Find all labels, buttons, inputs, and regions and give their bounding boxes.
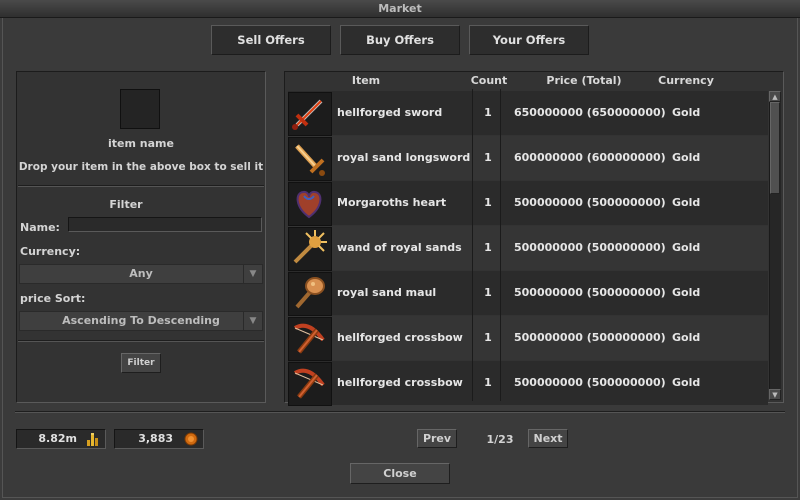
name-label: Name: — [20, 221, 60, 234]
gold-balance-value: 8.82m — [38, 432, 77, 445]
chevron-down-icon: ▼ — [243, 312, 262, 330]
item-name-cell: Morgaroths heart — [337, 196, 447, 209]
currency-label: Currency: — [20, 245, 81, 258]
count-cell: 1 — [484, 331, 492, 344]
count-cell: 1 — [484, 151, 492, 164]
currency-cell: Gold — [672, 241, 701, 254]
column-divider — [472, 89, 473, 401]
chevron-down-icon: ▼ — [243, 265, 262, 283]
item-name-cell: hellforged crossbow — [337, 331, 463, 344]
item-drop-slot[interactable] — [120, 89, 160, 129]
sell-instruction: Drop your item in the above box to sell … — [18, 161, 264, 173]
close-button[interactable]: Close — [350, 463, 450, 484]
item-name-label: item name — [108, 137, 174, 150]
price-cell: 500000000 (500000000) — [514, 286, 666, 299]
column-header-count: Count — [470, 74, 508, 87]
item-name-cell: hellforged crossbow — [337, 376, 463, 389]
column-divider — [500, 89, 501, 401]
window-title: Market — [0, 0, 800, 18]
table-row[interactable]: hellforged crossbow 1 500000000 (500000000… — [288, 361, 768, 406]
tab-your-offers[interactable]: Your Offers — [469, 25, 589, 55]
divider — [18, 185, 264, 187]
currency-cell: Gold — [672, 196, 701, 209]
scroll-up-icon[interactable]: ▲ — [769, 91, 781, 102]
price-cell: 500000000 (500000000) — [514, 196, 666, 209]
prev-page-button[interactable]: Prev — [417, 429, 457, 448]
price-cell: 500000000 (500000000) — [514, 331, 666, 344]
item-name-cell: royal sand maul — [337, 286, 437, 299]
longsword-icon — [288, 137, 332, 181]
page-indicator: 1/23 — [486, 433, 514, 446]
item-name-cell: wand of royal sands — [337, 241, 462, 254]
price-sort-label: price Sort: — [20, 292, 86, 305]
price-cell: 500000000 (500000000) — [514, 376, 666, 389]
price-cell: 600000000 (600000000) — [514, 151, 666, 164]
coin-icon — [184, 432, 198, 446]
crossbow-icon — [288, 362, 332, 406]
divider — [15, 411, 785, 413]
currency-cell: Gold — [672, 286, 701, 299]
column-header-currency: Currency — [658, 74, 714, 87]
currency-cell: Gold — [672, 151, 701, 164]
wand-icon — [288, 227, 332, 271]
tab-sell-offers[interactable]: Sell Offers — [211, 25, 331, 55]
table-row[interactable]: wand of royal sands 1 500000000 (500000000… — [288, 226, 768, 271]
divider — [18, 340, 264, 342]
tab-buy-offers[interactable]: Buy Offers — [340, 25, 460, 55]
name-filter-input[interactable] — [68, 217, 262, 232]
currency-select[interactable]: Any ▼ — [19, 264, 263, 284]
count-cell: 1 — [484, 376, 492, 389]
item-name-cell: hellforged sword — [337, 106, 443, 119]
maul-icon — [288, 272, 332, 316]
table-row[interactable]: royal sand longsword 1 600000000 (60000000… — [288, 136, 768, 181]
coin-balance-value: 3,883 — [138, 432, 173, 445]
currency-cell: Gold — [672, 376, 701, 389]
gold-stack-icon — [87, 433, 98, 446]
gold-balance: 8.82m — [16, 429, 106, 449]
crossbow-icon — [288, 317, 332, 361]
coin-balance: 3,883 — [114, 429, 204, 449]
item-name-cell: royal sand longsword — [337, 151, 471, 164]
currency-cell: Gold — [672, 106, 701, 119]
scrollbar-thumb[interactable] — [770, 102, 780, 194]
heart-icon — [288, 182, 332, 226]
sword-icon — [288, 92, 332, 136]
price-sort-select[interactable]: Ascending To Descending ▼ — [19, 311, 263, 331]
next-page-button[interactable]: Next — [528, 429, 568, 448]
filter-title: Filter — [109, 198, 143, 211]
table-row[interactable]: Morgaroths heart 1 500000000 (500000000) Go… — [288, 181, 768, 226]
table-row[interactable]: royal sand maul 1 500000000 (500000000) Gol… — [288, 271, 768, 316]
column-header-price: Price (Total) — [546, 74, 622, 87]
price-cell: 650000000 (650000000) — [514, 106, 666, 119]
count-cell: 1 — [484, 196, 492, 209]
count-cell: 1 — [484, 286, 492, 299]
filter-button[interactable]: Filter — [121, 353, 161, 373]
count-cell: 1 — [484, 241, 492, 254]
price-sort-value: Ascending To Descending — [62, 314, 220, 327]
count-cell: 1 — [484, 106, 492, 119]
price-cell: 500000000 (500000000) — [514, 241, 666, 254]
table-row[interactable]: hellforged sword 1 650000000 (650000000) Go… — [288, 91, 768, 136]
scroll-down-icon[interactable]: ▼ — [769, 389, 781, 400]
column-header-item: Item — [351, 74, 381, 87]
currency-select-value: Any — [129, 267, 153, 280]
table-row[interactable]: hellforged crossbow 1 500000000 (500000000… — [288, 316, 768, 361]
currency-cell: Gold — [672, 331, 701, 344]
